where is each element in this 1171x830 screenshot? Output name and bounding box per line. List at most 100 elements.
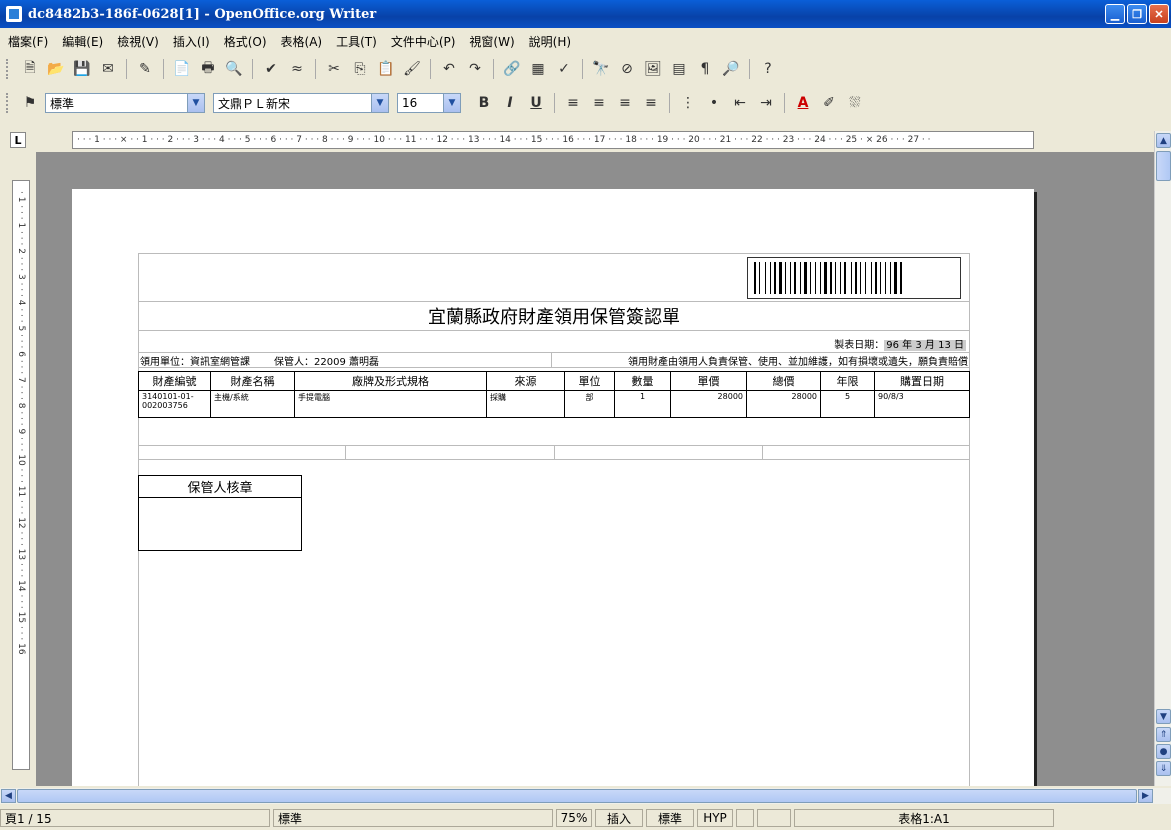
cell-unit[interactable]: 部 (564, 390, 615, 418)
signature-box[interactable]: 保管人核章 (138, 475, 302, 551)
align-center-icon[interactable]: ≡ (588, 92, 610, 114)
menu-help[interactable]: 說明(H) (529, 33, 571, 50)
status-hyperlink-mode[interactable]: HYP (697, 809, 733, 827)
cell-source[interactable]: 採購 (486, 390, 565, 418)
menu-window[interactable]: 視窗(W) (469, 33, 514, 50)
highlight-icon[interactable]: ✐ (818, 92, 840, 114)
cut-icon[interactable]: ✂ (323, 58, 345, 80)
cell-quantity[interactable]: 1 (614, 390, 671, 418)
print-preview-icon[interactable]: 🔍 (223, 58, 245, 80)
minimize-button[interactable]: ▁ (1105, 4, 1125, 24)
menu-table[interactable]: 表格(A) (281, 33, 323, 50)
scroll-down-icon[interactable]: ▼ (1156, 709, 1171, 724)
bold-icon[interactable]: B (473, 92, 495, 114)
italic-icon[interactable]: I (499, 92, 521, 114)
document-page[interactable]: 宜蘭縣政府財產領用保管簽認單 製表日期： 96 年 3 月 13 日 領用單位：資… (72, 189, 1034, 786)
cell-unit-price[interactable]: 28000 (670, 390, 747, 418)
scroll-right-icon[interactable]: ▶ (1138, 789, 1153, 803)
toolbar-grip[interactable] (6, 93, 9, 113)
nonprinting-characters-icon[interactable]: ¶ (694, 58, 716, 80)
paste-icon[interactable]: 📋 (375, 58, 397, 80)
save-icon[interactable]: 💾 (71, 58, 93, 80)
horizontal-ruler[interactable]: · · · 1 · · · ⨯ · · 1 · · · 2 · · · 3 · … (72, 131, 1034, 149)
edit-file-icon[interactable]: ✎ (134, 58, 156, 80)
horizontal-scroll-thumb[interactable] (17, 789, 1137, 803)
chevron-down-icon[interactable]: ▼ (187, 94, 204, 112)
gallery-icon[interactable]: 🖼 (642, 58, 664, 80)
menu-file[interactable]: 檔案(F) (8, 33, 48, 50)
status-selection-mode[interactable]: 標準 (646, 809, 694, 827)
close-button[interactable]: ✕ (1149, 4, 1169, 24)
hyperlink-icon[interactable]: 🔗 (501, 58, 523, 80)
font-color-icon[interactable]: A (792, 92, 814, 114)
font-size-select[interactable]: 16 ▼ (397, 93, 461, 113)
undo-icon[interactable]: ↶ (438, 58, 460, 80)
print-icon[interactable]: 🖶 (197, 58, 219, 80)
bullets-icon[interactable]: • (703, 92, 725, 114)
status-insert-mode[interactable]: 插入 (595, 809, 643, 827)
find-replace-icon[interactable]: 🔭 (590, 58, 612, 80)
email-icon[interactable]: ✉ (97, 58, 119, 80)
new-document-icon[interactable]: 🗎 (19, 58, 41, 80)
cell-property-number[interactable]: 3140101-01-002003756 (138, 390, 211, 418)
menu-format[interactable]: 格式(O) (224, 33, 267, 50)
draw-functions-icon[interactable]: ✓ (553, 58, 575, 80)
menu-tools[interactable]: 工具(T) (336, 33, 377, 50)
justify-icon[interactable]: ≡ (640, 92, 662, 114)
data-sources-icon[interactable]: ▤ (668, 58, 690, 80)
vertical-ruler[interactable]: · 1 · · · 1 · · · 2 · · · 3 · · · 4 · · … (12, 180, 30, 770)
cell-brand-spec[interactable]: 手提電腦 (294, 390, 487, 418)
font-name-select[interactable]: 文鼎ＰＬ新宋 ▼ (213, 93, 389, 113)
next-page-icon[interactable]: ⇓ (1156, 761, 1171, 776)
table-row[interactable]: 3140101-01-002003756 主機/系統 手提電腦 採購 部 1 2… (138, 390, 970, 418)
cell-years[interactable]: 5 (820, 390, 875, 418)
navigator-icon[interactable]: ⊘ (616, 58, 638, 80)
barcode-bar (804, 262, 807, 294)
autospellcheck-icon[interactable]: ≈ (286, 58, 308, 80)
align-left-icon[interactable]: ≡ (562, 92, 584, 114)
paragraph-style-select[interactable]: 標準 ▼ (45, 93, 205, 113)
scroll-up-icon[interactable]: ▲ (1156, 133, 1171, 148)
vertical-scrollbar[interactable]: ▲ ▼ ⇑ ● ⇓ (1154, 131, 1171, 786)
status-page[interactable]: 頁1 / 15 (0, 809, 270, 827)
table-icon[interactable]: ▦ (527, 58, 549, 80)
horizontal-scrollbar[interactable]: ◀ ▶ (0, 788, 1171, 804)
spellcheck-icon[interactable]: ✔ (260, 58, 282, 80)
numbering-icon[interactable]: ⋮ (677, 92, 699, 114)
previous-page-icon[interactable]: ⇑ (1156, 727, 1171, 742)
underline-icon[interactable]: U (525, 92, 547, 114)
menu-insert[interactable]: 插入(I) (173, 33, 210, 50)
styles-formatting-icon[interactable]: ⚑ (19, 92, 41, 114)
maximize-button[interactable]: ❐ (1127, 4, 1147, 24)
vertical-scroll-thumb[interactable] (1156, 151, 1171, 181)
cell-total-price[interactable]: 28000 (746, 390, 821, 418)
toolbar-grip[interactable] (6, 59, 9, 79)
barcode-bar (790, 262, 791, 294)
open-icon[interactable]: 📂 (45, 58, 67, 80)
barcode-bar (754, 262, 756, 294)
background-color-icon[interactable]: ⛆ (844, 92, 866, 114)
export-pdf-icon[interactable]: 📄 (171, 58, 193, 80)
copy-icon[interactable]: ⎘ (349, 58, 371, 80)
chevron-down-icon[interactable]: ▼ (443, 94, 460, 112)
help-icon[interactable]: ? (757, 58, 779, 80)
navigation-icon[interactable]: ● (1156, 744, 1171, 759)
tab-stop-selector[interactable]: L (10, 132, 26, 148)
align-right-icon[interactable]: ≡ (614, 92, 636, 114)
menu-document-center[interactable]: 文件中心(P) (391, 33, 456, 50)
decrease-indent-icon[interactable]: ⇤ (729, 92, 751, 114)
blank-table-row[interactable] (138, 445, 970, 460)
chevron-down-icon[interactable]: ▼ (371, 94, 388, 112)
redo-icon[interactable]: ↷ (464, 58, 486, 80)
cell-purchase-date[interactable]: 90/8/3 (874, 390, 970, 418)
cell-property-name[interactable]: 主機/系統 (210, 390, 295, 418)
document-title: 宜蘭縣政府財產領用保管簽認單 (138, 301, 970, 331)
menu-edit[interactable]: 編輯(E) (62, 33, 103, 50)
menu-view[interactable]: 檢視(V) (117, 33, 159, 50)
status-page-style[interactable]: 標準 (273, 809, 553, 827)
scroll-left-icon[interactable]: ◀ (1, 789, 16, 803)
zoom-icon[interactable]: 🔎 (720, 58, 742, 80)
increase-indent-icon[interactable]: ⇥ (755, 92, 777, 114)
format-paintbrush-icon[interactable]: 🖌 (401, 58, 423, 80)
status-zoom[interactable]: 75% (556, 809, 592, 827)
